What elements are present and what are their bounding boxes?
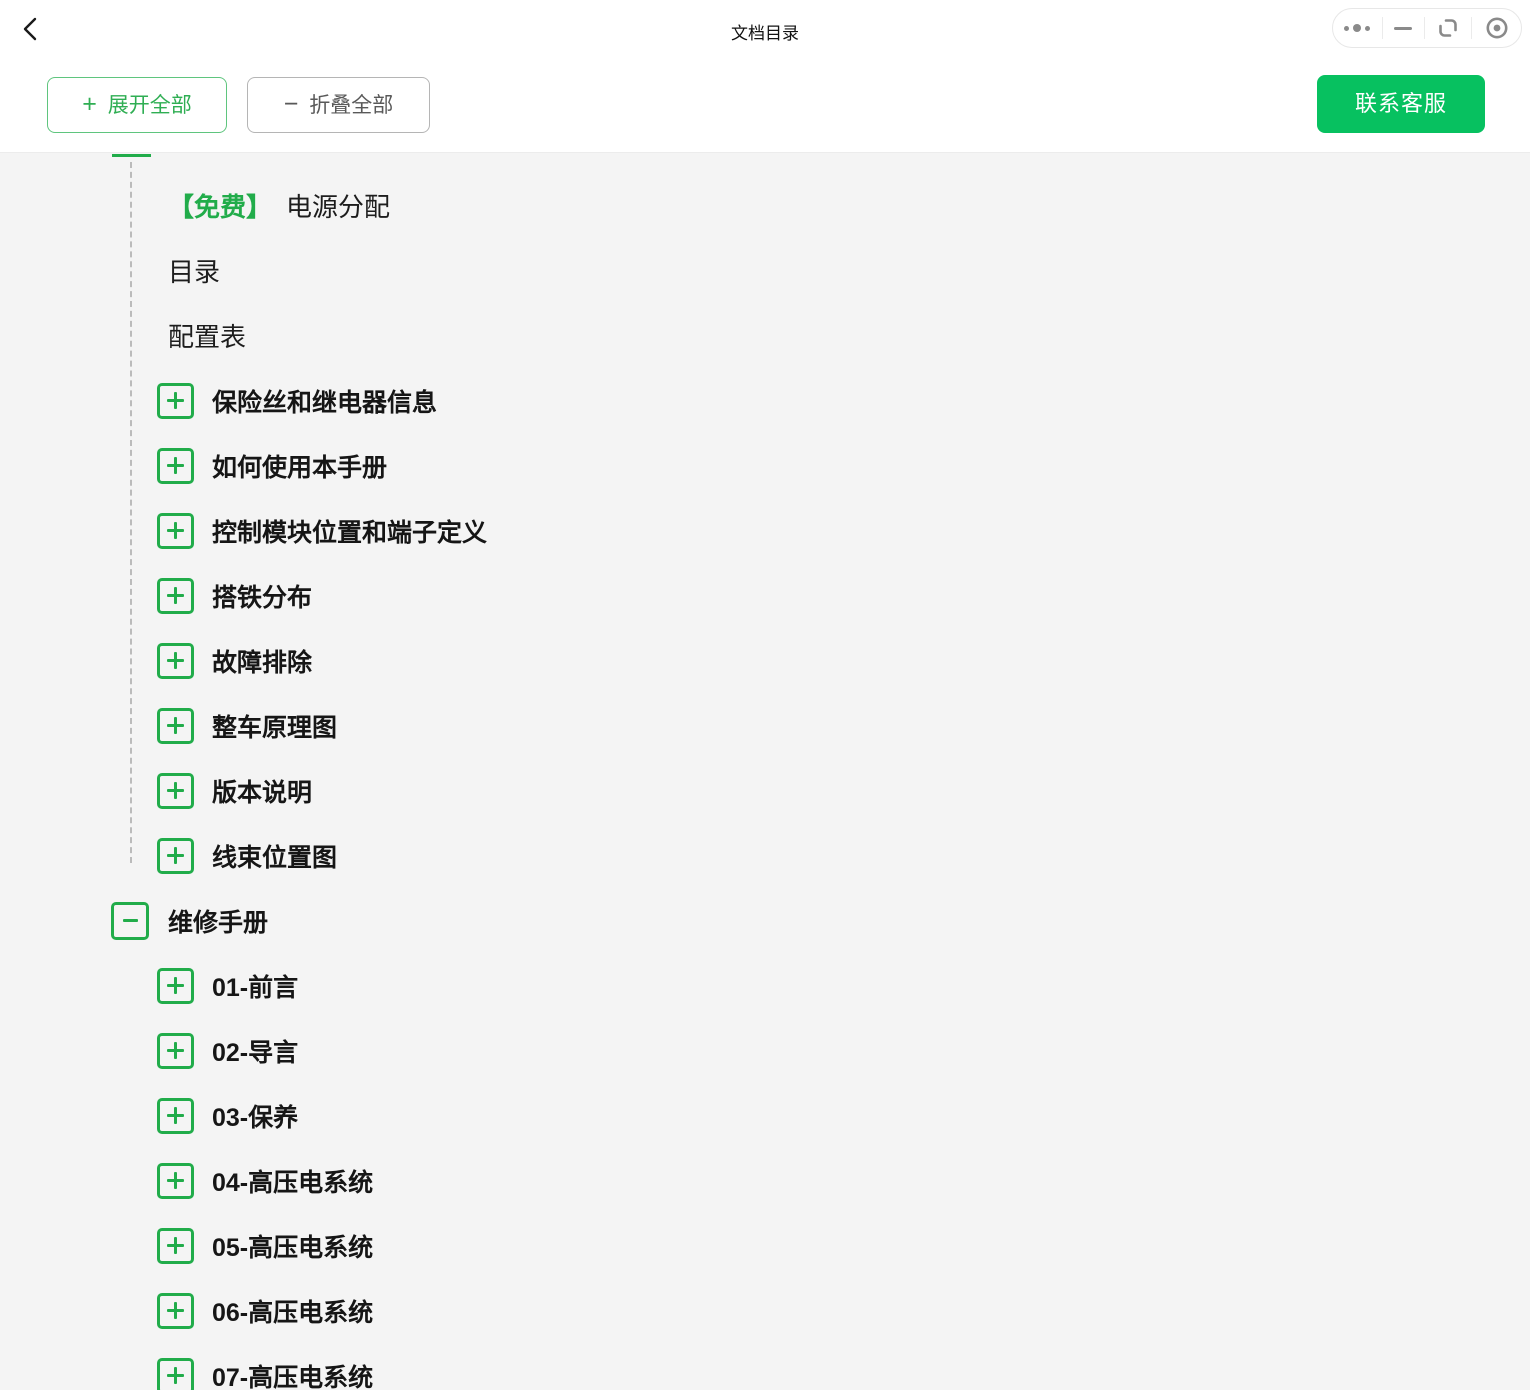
plus-icon xyxy=(167,717,184,734)
tree-item-label[interactable]: 配置表 xyxy=(168,317,246,354)
collapse-all-button[interactable]: 折叠全部 xyxy=(247,77,430,133)
tree-item: 配置表 xyxy=(0,303,1530,368)
plus-icon xyxy=(167,457,184,474)
restore-button[interactable] xyxy=(1425,9,1472,47)
tree-item-label[interactable]: 故障排除 xyxy=(212,643,312,679)
close-circle-icon xyxy=(1484,15,1510,41)
expand-toggle[interactable] xyxy=(157,448,194,484)
plus-icon xyxy=(167,782,184,799)
plus-icon xyxy=(82,92,97,117)
expand-toggle[interactable] xyxy=(157,968,194,1004)
expand-toggle[interactable] xyxy=(157,838,194,874)
tree-item: 07-高压电系统 xyxy=(0,1343,1530,1390)
expand-toggle[interactable] xyxy=(157,1293,194,1329)
tree-item: 版本说明 xyxy=(0,758,1530,823)
contact-support-button[interactable]: 联系客服 xyxy=(1317,75,1485,133)
minus-icon xyxy=(284,92,299,117)
tree-item-label[interactable]: 02-导言 xyxy=(212,1033,298,1069)
expand-all-label: 展开全部 xyxy=(108,95,192,116)
tree-item-label[interactable]: 05-高压电系统 xyxy=(212,1228,373,1264)
plus-icon xyxy=(167,977,184,994)
tree-item: 线束位置图 xyxy=(0,823,1530,888)
tree-item: 03-保养 xyxy=(0,1083,1530,1148)
expand-toggle[interactable] xyxy=(157,1033,194,1069)
minus-icon xyxy=(123,912,138,929)
collapse-all-label: 折叠全部 xyxy=(309,95,393,116)
tree-item: 01-前言 xyxy=(0,953,1530,1018)
plus-icon xyxy=(167,1237,184,1254)
expand-toggle[interactable] xyxy=(157,773,194,809)
tree-item-label[interactable]: 07-高压电系统 xyxy=(212,1358,373,1390)
back-button[interactable] xyxy=(14,13,46,45)
restore-window-icon xyxy=(1436,16,1460,40)
tree-item: 故障排除 xyxy=(0,628,1530,693)
back-chevron-icon xyxy=(19,16,41,42)
tree-item-label[interactable]: 整车原理图 xyxy=(212,708,337,744)
tree-item-label[interactable]: 01-前言 xyxy=(212,968,298,1004)
tree-item-label[interactable]: 保险丝和继电器信息 xyxy=(212,383,437,419)
cutoff-collapse-box[interactable] xyxy=(112,154,151,157)
more-icon xyxy=(1344,24,1370,32)
tree-item-label[interactable]: 目录 xyxy=(168,252,220,289)
expand-toggle[interactable] xyxy=(157,1228,194,1264)
tree-item: 【免费】电源分配 xyxy=(0,173,1530,238)
tree-item: 06-高压电系统 xyxy=(0,1278,1530,1343)
page-title: 文档目录 xyxy=(0,19,1530,44)
tree-item-label[interactable]: 06-高压电系统 xyxy=(212,1293,373,1329)
tree-item: 04-高压电系统 xyxy=(0,1148,1530,1213)
expand-toggle[interactable] xyxy=(157,1163,194,1199)
title-bar: 文档目录 展开全部 折叠全部 联系客服 xyxy=(0,0,1530,153)
minimize-button[interactable] xyxy=(1383,9,1424,47)
plus-icon xyxy=(167,392,184,409)
tree-item-label[interactable]: 【免费】电源分配 xyxy=(168,187,390,224)
close-button[interactable] xyxy=(1472,9,1521,47)
tree-item-label[interactable]: 03-保养 xyxy=(212,1098,298,1134)
plus-icon xyxy=(167,1367,184,1384)
contact-support-label: 联系客服 xyxy=(1355,93,1447,115)
document-tree: 【免费】电源分配目录配置表保险丝和继电器信息如何使用本手册控制模块位置和端子定义… xyxy=(0,173,1530,1390)
expand-toggle[interactable] xyxy=(157,643,194,679)
tree-item-label[interactable]: 版本说明 xyxy=(212,773,312,809)
plus-icon xyxy=(167,587,184,604)
collapse-toggle[interactable] xyxy=(111,902,149,940)
plus-icon xyxy=(167,1107,184,1124)
expand-toggle[interactable] xyxy=(157,383,194,419)
tree-item-label[interactable]: 控制模块位置和端子定义 xyxy=(212,513,487,549)
expand-toggle[interactable] xyxy=(157,1358,194,1390)
tree-item-label[interactable]: 04-高压电系统 xyxy=(212,1163,373,1199)
tree-item: 如何使用本手册 xyxy=(0,433,1530,498)
minimize-icon xyxy=(1394,27,1412,30)
expand-toggle[interactable] xyxy=(157,578,194,614)
tree-item: 控制模块位置和端子定义 xyxy=(0,498,1530,563)
expand-toggle[interactable] xyxy=(157,708,194,744)
plus-icon xyxy=(167,1302,184,1319)
plus-icon xyxy=(167,847,184,864)
tree-item: 搭铁分布 xyxy=(0,563,1530,628)
plus-icon xyxy=(167,1042,184,1059)
window-controls-capsule xyxy=(1332,8,1522,48)
tree-item-label[interactable]: 如何使用本手册 xyxy=(212,448,387,484)
toc-content: 【免费】电源分配目录配置表保险丝和继电器信息如何使用本手册控制模块位置和端子定义… xyxy=(0,154,1530,1390)
tree-item-label[interactable]: 维修手册 xyxy=(168,903,268,939)
tree-item-label[interactable]: 线束位置图 xyxy=(212,838,337,874)
plus-icon xyxy=(167,1172,184,1189)
tree-item: 05-高压电系统 xyxy=(0,1213,1530,1278)
tree-item: 整车原理图 xyxy=(0,693,1530,758)
tree-item-label[interactable]: 搭铁分布 xyxy=(212,578,312,614)
tree-item: 目录 xyxy=(0,238,1530,303)
expand-all-button[interactable]: 展开全部 xyxy=(47,77,227,133)
free-badge: 【免费】 xyxy=(168,192,272,222)
tree-item: 维修手册 xyxy=(0,888,1530,953)
more-button[interactable] xyxy=(1333,9,1382,47)
expand-toggle[interactable] xyxy=(157,1098,194,1134)
expand-toggle[interactable] xyxy=(157,513,194,549)
plus-icon xyxy=(167,652,184,669)
tree-item: 保险丝和继电器信息 xyxy=(0,368,1530,433)
tree-item: 02-导言 xyxy=(0,1018,1530,1083)
plus-icon xyxy=(167,522,184,539)
